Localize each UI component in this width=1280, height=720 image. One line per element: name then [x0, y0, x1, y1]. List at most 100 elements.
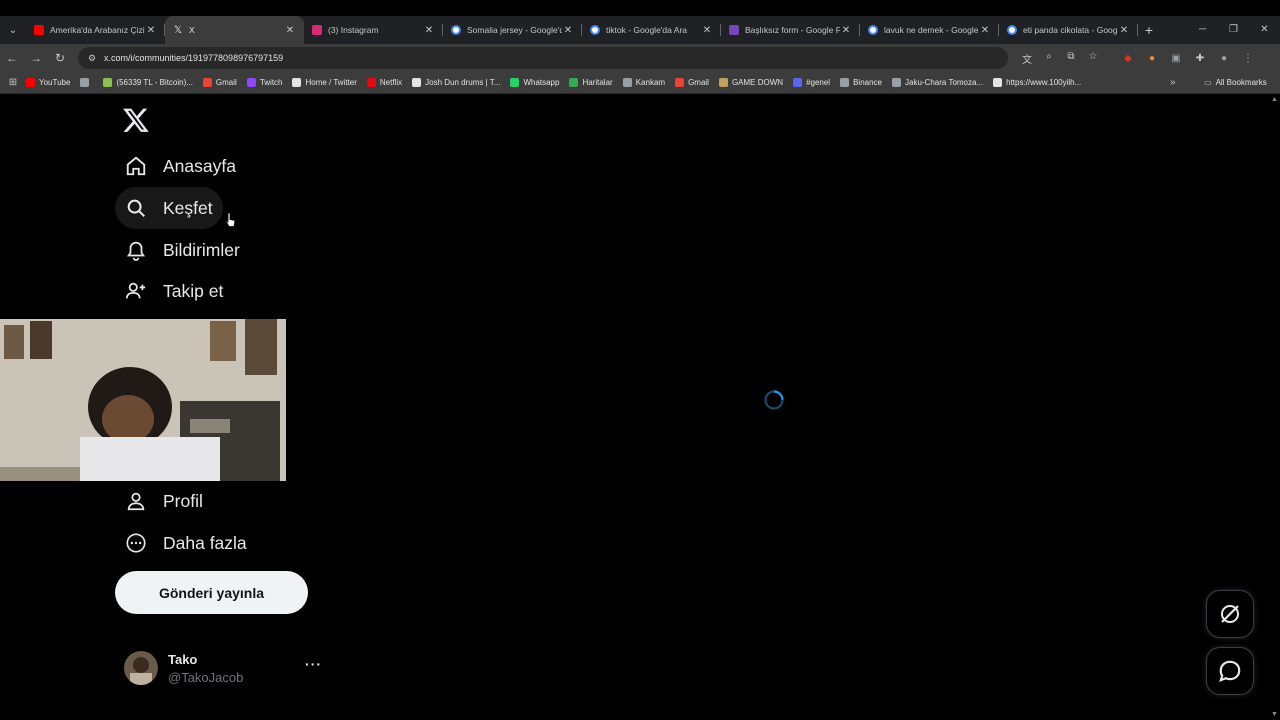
sidebar-item-profile[interactable]: Profil [115, 480, 213, 522]
browser-tab[interactable]: lavuk ne demek - Google ✕ [860, 16, 999, 44]
account-name: Tako [168, 651, 198, 667]
bookmark-item[interactable]: Jaku-Chara Tomoza... [892, 78, 983, 87]
grok-button[interactable] [1206, 590, 1254, 638]
browser-tab[interactable]: eti panda cikolata - Goog ✕ [999, 16, 1138, 44]
bookmark-label: Twitch [259, 78, 283, 87]
bookmark-label: Josh Dun drums | T... [425, 78, 501, 87]
sidebar-item-explore[interactable]: Keşfet [115, 187, 223, 229]
browser-toolbar: ← → ↻ ⚙ x.com/i/communities/191977809897… [0, 44, 1280, 72]
bookmark-favicon-icon [993, 78, 1003, 87]
bookmark-favicon-icon [292, 78, 302, 87]
url-text: x.com/i/communities/1919778098976797159 [104, 53, 284, 63]
tab-title: (3) Instagram [328, 25, 379, 35]
bookmark-star-icon[interactable]: ☆ [1082, 51, 1104, 66]
extension-red-icon[interactable]: ◆ [1116, 53, 1140, 64]
close-window-icon[interactable]: ✕ [1249, 16, 1280, 44]
bookmark-item[interactable]: #genel [793, 78, 830, 87]
close-tab-icon[interactable]: ✕ [701, 25, 713, 36]
address-bar[interactable]: ⚙ x.com/i/communities/191977809897679715… [78, 47, 1008, 69]
bookmark-item[interactable]: Gmail [675, 78, 709, 87]
restore-icon[interactable]: ❐ [1218, 16, 1249, 44]
webcam-overlay [0, 319, 286, 481]
bookmark-item[interactable]: Haritalar [569, 78, 613, 87]
close-tab-icon[interactable]: ✕ [1118, 25, 1130, 36]
bookmark-favicon-icon [412, 78, 422, 87]
browser-tab[interactable]: Somalia jersey - Google'd ✕ [443, 16, 582, 44]
tab-title: tiktok - Google'da Ara [606, 25, 687, 35]
close-tab-icon[interactable]: ✕ [840, 25, 852, 36]
bookmark-item[interactable]: YouTube [26, 78, 70, 87]
browser-tab[interactable]: tiktok - Google'da Ara ✕ [582, 16, 721, 44]
bookmark-item[interactable]: Josh Dun drums | T... [412, 78, 500, 87]
bookmark-item[interactable]: GAME DOWN [718, 78, 783, 87]
tab-title: Başlıksız form - Google F [745, 25, 840, 35]
extensions-puzzle-icon[interactable]: ✚ [1188, 53, 1212, 64]
search-icon [127, 199, 145, 217]
browser-tab[interactable]: Amerika'da Arabanız Çizil ✕ [26, 16, 165, 44]
bookmark-item[interactable]: Gmail [202, 78, 237, 87]
post-button[interactable]: Gönderi yayınla [115, 571, 308, 614]
grok-icon [1221, 605, 1239, 623]
all-bookmarks-label: All Bookmarks [1215, 78, 1267, 87]
bookmark-item[interactable]: Whatsapp [510, 78, 559, 87]
tab-title: eti panda cikolata - Goog [1023, 25, 1118, 35]
zoom-icon[interactable]: ⌕ [1038, 51, 1060, 66]
sidebar-item-notifications[interactable]: Bildirimler [115, 229, 250, 271]
sidebar-item-home[interactable]: Anasayfa [115, 145, 246, 187]
sidebar-item-follow[interactable]: Takip et [115, 270, 233, 312]
back-icon[interactable]: ← [0, 51, 24, 65]
browser-tab[interactable]: (3) Instagram ✕ [304, 16, 443, 44]
site-info-icon[interactable]: ⚙ [88, 53, 98, 63]
bookmark-label: Gmail [215, 78, 237, 87]
bookmark-item[interactable]: Twitch [246, 78, 283, 87]
bookmark-item[interactable]: Kankam [622, 78, 665, 87]
browser-menu-icon[interactable]: ⋮ [1236, 53, 1260, 64]
tab-strip: ⌄ Amerika'da Arabanız Çizil ✕ 𝕏 X ✕ (3) Insta… [0, 16, 1280, 44]
tab-title: Somalia jersey - Google'd [467, 25, 562, 35]
bookmark-item[interactable]: Binance [840, 78, 882, 87]
minimize-icon[interactable]: ─ [1187, 16, 1218, 44]
x-logo-icon[interactable] [122, 106, 150, 134]
tab-search-icon[interactable]: ⌄ [0, 16, 26, 44]
page-scrollbar[interactable]: ▲ ▼ [1268, 94, 1280, 720]
close-tab-icon[interactable]: ✕ [284, 25, 296, 36]
instagram-icon [312, 25, 322, 35]
all-bookmarks-button[interactable]: ▭ All Bookmarks [1204, 78, 1267, 87]
bookmark-item[interactable]: https://www.100yilh... [993, 78, 1081, 87]
google-icon [868, 25, 878, 35]
bookmark-label: Jaku-Chara Tomoza... [905, 78, 984, 87]
close-tab-icon[interactable]: ✕ [562, 25, 574, 36]
extension-orange-icon[interactable]: ● [1140, 53, 1164, 64]
close-tab-icon[interactable]: ✕ [423, 25, 435, 36]
bookmark-favicon-icon [103, 78, 113, 87]
bookmark-item[interactable]: Netflix [366, 78, 402, 87]
bookmarks-bar: ⊞ YouTube (56339 TL - Bitcoin)... Gmail Twi… [0, 72, 1280, 94]
reload-icon[interactable]: ↻ [48, 51, 72, 65]
account-switcher[interactable]: Tako @TakoJacob ··· [124, 648, 324, 688]
close-tab-icon[interactable]: ✕ [979, 25, 991, 36]
forward-icon[interactable]: → [24, 51, 48, 65]
profile-avatar-icon[interactable]: ● [1212, 53, 1236, 64]
x-icon: 𝕏 [173, 24, 183, 36]
bookmark-item[interactable] [80, 78, 93, 87]
browser-tab[interactable]: Başlıksız form - Google F ✕ [721, 16, 860, 44]
bookmark-favicon-icon [793, 78, 803, 87]
close-tab-icon[interactable]: ✕ [145, 25, 157, 36]
messages-button[interactable] [1206, 647, 1254, 695]
translate-icon[interactable]: 文 [1016, 51, 1038, 66]
scroll-down-arrow-icon[interactable]: ▼ [1271, 711, 1278, 718]
new-tab-button[interactable]: + [1138, 22, 1160, 38]
bookmark-item[interactable]: (56339 TL - Bitcoin)... [103, 78, 193, 87]
install-icon[interactable]: ⧉ [1060, 51, 1082, 66]
bookmark-favicon-icon [892, 78, 902, 87]
sidebar-item-more[interactable]: Daha fazla [115, 522, 257, 564]
loading-spinner-icon [764, 390, 784, 410]
browser-tab[interactable]: 𝕏 X ✕ [165, 16, 304, 44]
apps-grid-icon[interactable]: ⊞ [0, 77, 26, 88]
tab-separator [1137, 24, 1138, 36]
extension-gray-icon[interactable]: ▣ [1164, 53, 1188, 64]
bookmarks-overflow-icon[interactable]: » [1170, 77, 1176, 88]
scroll-up-arrow-icon[interactable]: ▲ [1271, 96, 1278, 103]
bookmark-item[interactable]: Home / Twitter [292, 78, 357, 87]
account-more-icon[interactable]: ··· [305, 656, 322, 672]
